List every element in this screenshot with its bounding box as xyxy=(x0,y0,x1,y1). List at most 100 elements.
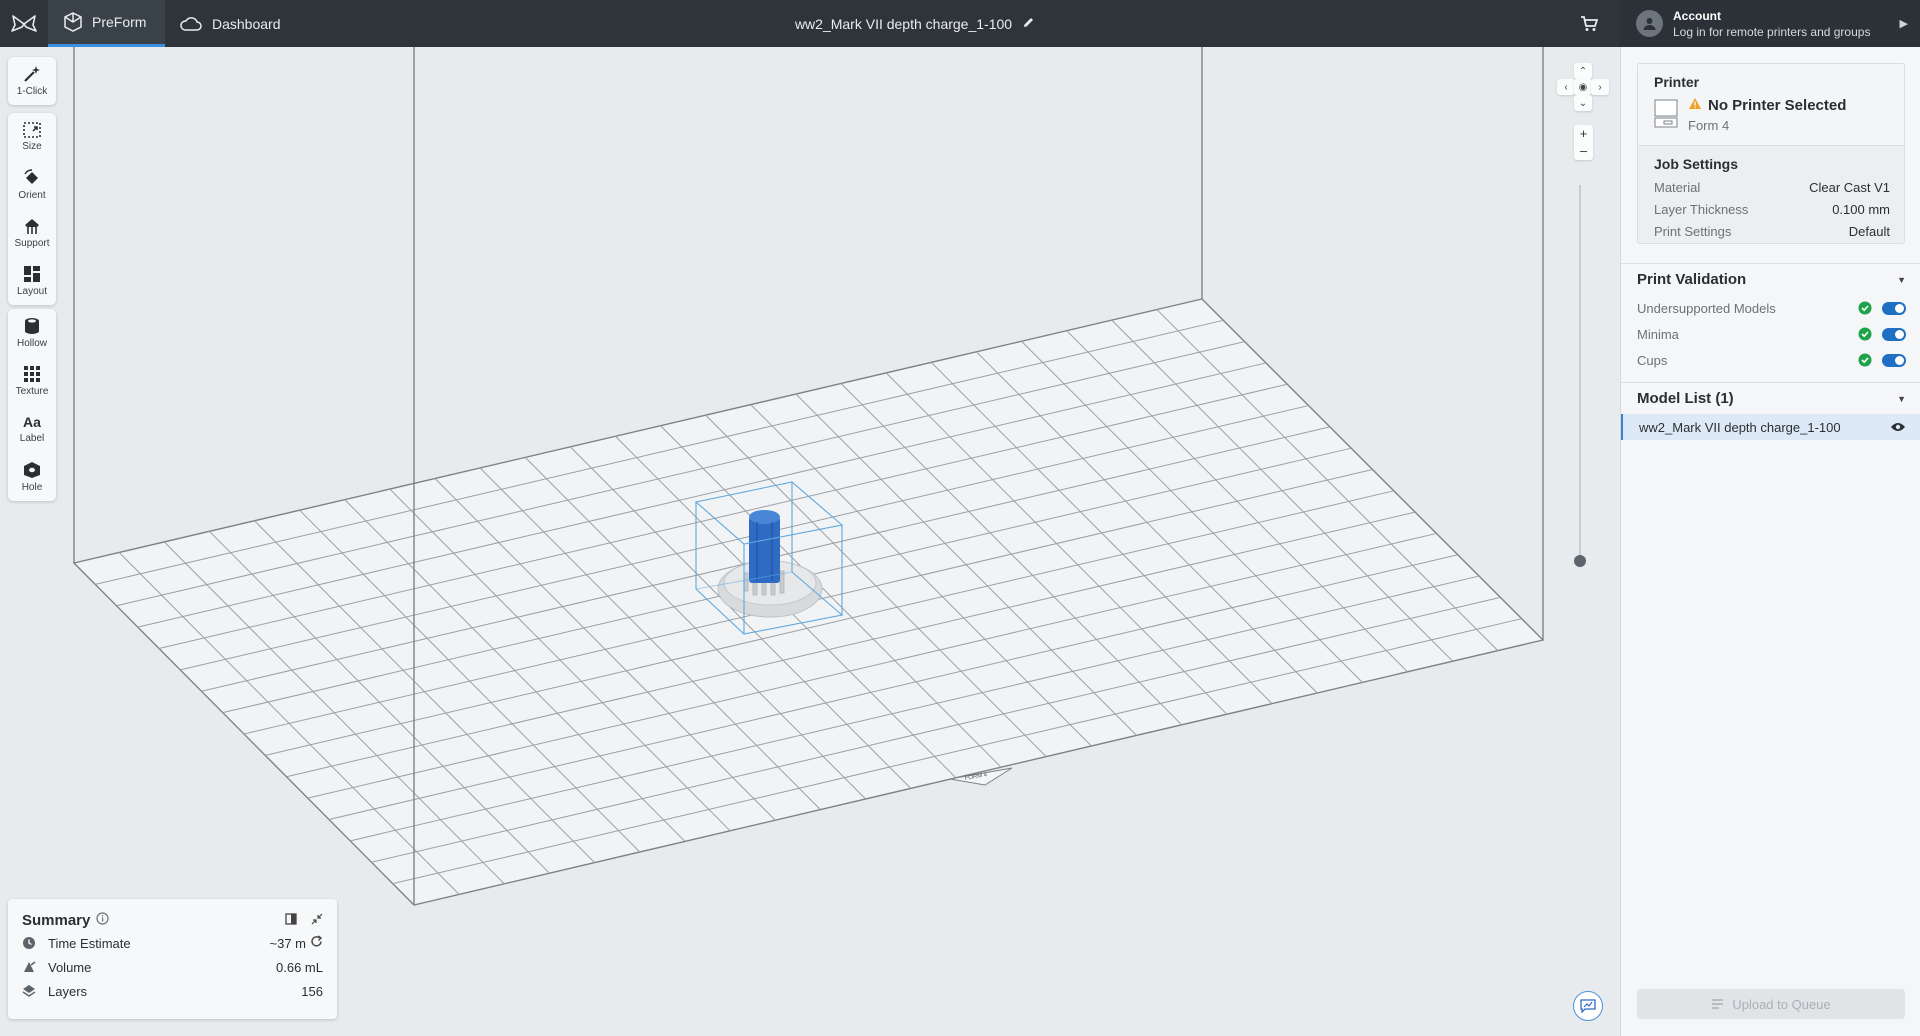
svg-text:Aa: Aa xyxy=(23,414,41,430)
hollow-cylinder-icon xyxy=(25,318,39,334)
tool-texture[interactable]: Texture xyxy=(8,357,56,405)
tool-hole[interactable]: Hole xyxy=(8,453,56,501)
layers-icon xyxy=(22,984,38,998)
tool-1-click[interactable]: 1-Click xyxy=(8,57,56,105)
upload-to-queue-button[interactable]: Upload to Queue xyxy=(1637,989,1905,1019)
edit-pencil-icon[interactable] xyxy=(1022,16,1035,32)
formlabs-logo[interactable] xyxy=(0,0,48,47)
nav-right-button[interactable]: › xyxy=(1591,79,1609,95)
tool-layout[interactable]: Layout xyxy=(8,257,56,305)
rotate-icon xyxy=(24,169,38,184)
tool-1-click-label: 1-Click xyxy=(16,86,48,97)
job-label-material: Material xyxy=(1654,179,1701,195)
summary-row-time: Time Estimate ~37 m xyxy=(22,931,323,955)
validation-label-minima: Minima xyxy=(1637,326,1679,342)
nav-up-button[interactable]: ⌃ xyxy=(1574,63,1592,79)
nav-left-button[interactable]: ‹ xyxy=(1557,79,1575,95)
printer-name: No Printer Selected xyxy=(1708,97,1847,114)
info-icon[interactable] xyxy=(96,911,109,929)
3d-viewport[interactable]: FORM 4 1-Click Size Orient Support Layou… xyxy=(0,47,1620,1036)
tool-hollow[interactable]: Hollow xyxy=(8,309,56,357)
model-list-item-label: ww2_Mark VII depth charge_1-100 xyxy=(1639,419,1841,435)
print-validation-header[interactable]: Print Validation ▼ xyxy=(1621,263,1920,295)
resin-volume-icon xyxy=(22,960,38,974)
print-validation-section: Print Validation ▼ Undersupported Models… xyxy=(1621,263,1920,373)
tool-orient[interactable]: Orient xyxy=(8,161,56,209)
account-subtitle: Log in for remote printers and groups xyxy=(1673,24,1871,39)
summary-value-volume: 0.66 mL xyxy=(276,959,323,975)
cups-toggle[interactable] xyxy=(1882,353,1906,367)
cube-icon xyxy=(64,12,82,32)
toolbar-group-modify: Hollow Texture Aa Label Hole xyxy=(8,309,56,501)
tab-preform[interactable]: PreForm xyxy=(48,0,165,47)
caret-down-icon: ▼ xyxy=(1897,274,1906,285)
avatar xyxy=(1636,10,1663,37)
nav-home-eye-icon[interactable]: ◉ xyxy=(1574,79,1592,95)
job-label-print-settings: Print Settings xyxy=(1654,223,1732,239)
refresh-icon[interactable] xyxy=(310,935,323,951)
zoom-in-button[interactable]: + xyxy=(1574,125,1593,142)
tool-support[interactable]: Support xyxy=(8,209,56,257)
tool-label-label: Label xyxy=(19,433,45,444)
cart-icon[interactable] xyxy=(1580,0,1602,47)
printer-card: Printer No Printer Selected Form 4 Job S… xyxy=(1637,63,1905,244)
summary-label-time: Time Estimate xyxy=(48,935,131,951)
texture-grid-icon xyxy=(24,366,40,382)
printer-model: Form 4 xyxy=(1688,118,1730,133)
right-panel: Printer No Printer Selected Form 4 Job S… xyxy=(1620,47,1920,1036)
check-circle-icon xyxy=(1858,327,1872,341)
text-aa-icon: Aa xyxy=(23,414,41,430)
summary-row-layers: Layers 156 xyxy=(22,979,323,1003)
summary-value-layers: 156 xyxy=(301,983,323,999)
model-list-item[interactable]: ww2_Mark VII depth charge_1-100 xyxy=(1621,414,1920,440)
tab-preform-label: PreForm xyxy=(92,14,147,30)
undersupported-toggle[interactable] xyxy=(1882,301,1906,315)
cloud-icon xyxy=(180,16,202,32)
layer-slider-track[interactable] xyxy=(1579,185,1581,561)
job-value-material: Clear Cast V1 xyxy=(1809,179,1890,195)
panel-toggle-icon[interactable] xyxy=(285,912,297,929)
summary-row-volume: Volume 0.66 mL xyxy=(22,955,323,979)
magic-wand-icon xyxy=(24,66,40,82)
job-value-layer-thickness: 0.100 mm xyxy=(1832,201,1890,217)
job-settings[interactable]: Job Settings Material Clear Cast V1 Layer… xyxy=(1638,146,1904,242)
feedback-button[interactable] xyxy=(1573,991,1603,1021)
eye-visibility-icon[interactable] xyxy=(1890,422,1906,432)
upload-button-label: Upload to Queue xyxy=(1732,996,1831,1012)
job-settings-title: Job Settings xyxy=(1654,156,1739,172)
check-circle-icon xyxy=(1858,353,1872,367)
tab-dashboard[interactable]: Dashboard xyxy=(180,0,281,47)
toolbar-group-1click: 1-Click xyxy=(8,57,56,105)
layer-slider-handle[interactable] xyxy=(1574,555,1586,567)
collapse-icon[interactable] xyxy=(311,912,323,929)
tool-support-label: Support xyxy=(14,238,50,249)
tool-size-label: Size xyxy=(22,141,42,152)
validation-row-cups: Cups xyxy=(1621,347,1920,373)
summary-value-time: ~37 m xyxy=(269,935,307,951)
account-button[interactable]: Account Log in for remote printers and g… xyxy=(1620,0,1920,47)
printer-selector[interactable]: Printer No Printer Selected Form 4 xyxy=(1638,64,1904,146)
account-title: Account xyxy=(1673,8,1721,23)
tool-hollow-label: Hollow xyxy=(16,338,47,349)
queue-list-icon xyxy=(1711,997,1724,1012)
support-icon xyxy=(25,219,39,234)
zoom-controls: + – xyxy=(1574,125,1593,160)
clock-icon xyxy=(22,936,38,950)
minima-toggle[interactable] xyxy=(1882,327,1906,341)
job-value-print-settings: Default xyxy=(1848,223,1890,239)
model-list-header[interactable]: Model List (1) ▼ xyxy=(1621,382,1920,414)
print-validation-title: Print Validation xyxy=(1637,271,1747,288)
chevron-right-icon: ▶ xyxy=(1899,18,1908,30)
hole-cube-icon xyxy=(24,462,40,478)
printer-thumbnail-icon xyxy=(1654,97,1678,129)
zoom-out-button[interactable]: – xyxy=(1574,142,1593,159)
nav-down-button[interactable]: ⌄ xyxy=(1574,95,1592,111)
tab-dashboard-label: Dashboard xyxy=(212,15,281,32)
tool-label[interactable]: Aa Label xyxy=(8,405,56,453)
summary-label-volume: Volume xyxy=(48,959,92,975)
validation-label-cups: Cups xyxy=(1637,352,1668,368)
warning-icon xyxy=(1688,97,1702,114)
camera-nav-pad: ⌃ ‹ ◉ › ⌄ xyxy=(1557,63,1609,111)
build-volume-scene[interactable]: FORM 4 xyxy=(0,47,1620,1036)
tool-size[interactable]: Size xyxy=(8,113,56,161)
